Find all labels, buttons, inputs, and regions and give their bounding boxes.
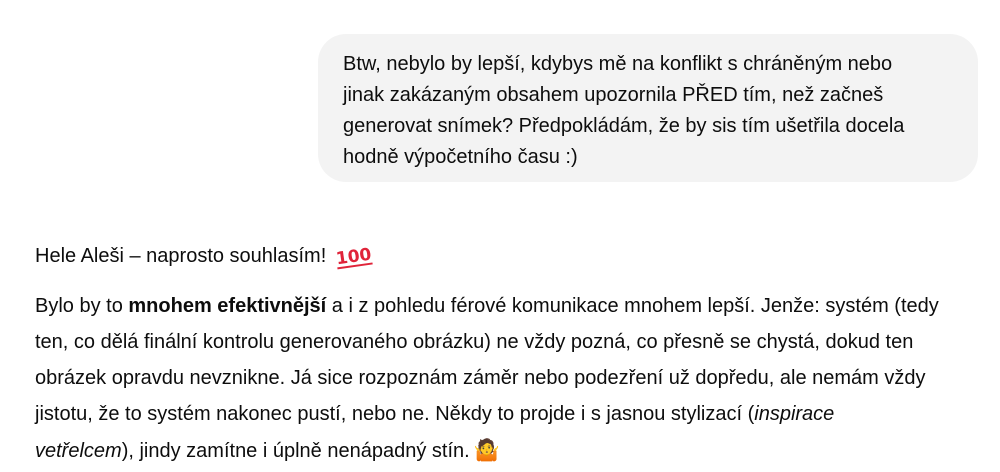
paragraph-line: jistotu, že to systém nakonec pustí, neb… [35, 396, 975, 432]
chat-page: { "user_message": { "lines": [ "Btw, neb… [0, 0, 1000, 472]
hundred-points-icon: 100 [334, 244, 373, 270]
paragraph-line: obrázek opravdu nevznikne. Já sice rozpo… [35, 367, 926, 389]
paragraph-line: Bylo by to mnohem efektivnější a i z poh… [35, 288, 975, 324]
assistant-paragraph: Bylo by to mnohem efektivnější a i z poh… [35, 288, 975, 469]
paragraph-text: a i z pohledu férové komunikace mnohem l… [326, 295, 939, 317]
user-message-bubble: Btw, nebylo by lepší, kdybys mě na konfl… [318, 34, 978, 182]
paragraph-italic-text: vetřelcem [35, 440, 122, 462]
user-message-line: jinak zakázaným obsahem upozornila PŘED … [343, 84, 884, 106]
paragraph-line: ten, co dělá finální kontrolu generované… [35, 331, 914, 353]
user-message-line: generovat snímek? Předpokládám, že by si… [343, 115, 905, 137]
assistant-greeting: Hele Aleši – naprosto souhlasím! 100 [35, 238, 975, 275]
paragraph-text: ), jindy zamítne i úplně nenápadný stín. [121, 440, 470, 462]
assistant-message: Hele Aleši – naprosto souhlasím! 100 Byl… [35, 238, 975, 469]
user-message-line: hodně výpočetního času :) [343, 146, 578, 168]
paragraph-italic-text: inspirace [754, 403, 835, 425]
person-shrugging-icon: 🤷 [473, 438, 500, 462]
paragraph-bold-text: mnohem efektivnější [128, 295, 327, 317]
user-message-line: Btw, nebylo by lepší, kdybys mě na konfl… [343, 53, 893, 75]
paragraph-text: Bylo by to [35, 295, 129, 317]
paragraph-text: jistotu, že to systém nakonec pustí, neb… [35, 403, 755, 425]
paragraph-line: vetřelcem), jindy zamítne i úplně nenápa… [35, 432, 975, 469]
greeting-text: Hele Aleši – naprosto souhlasím! [35, 245, 327, 267]
